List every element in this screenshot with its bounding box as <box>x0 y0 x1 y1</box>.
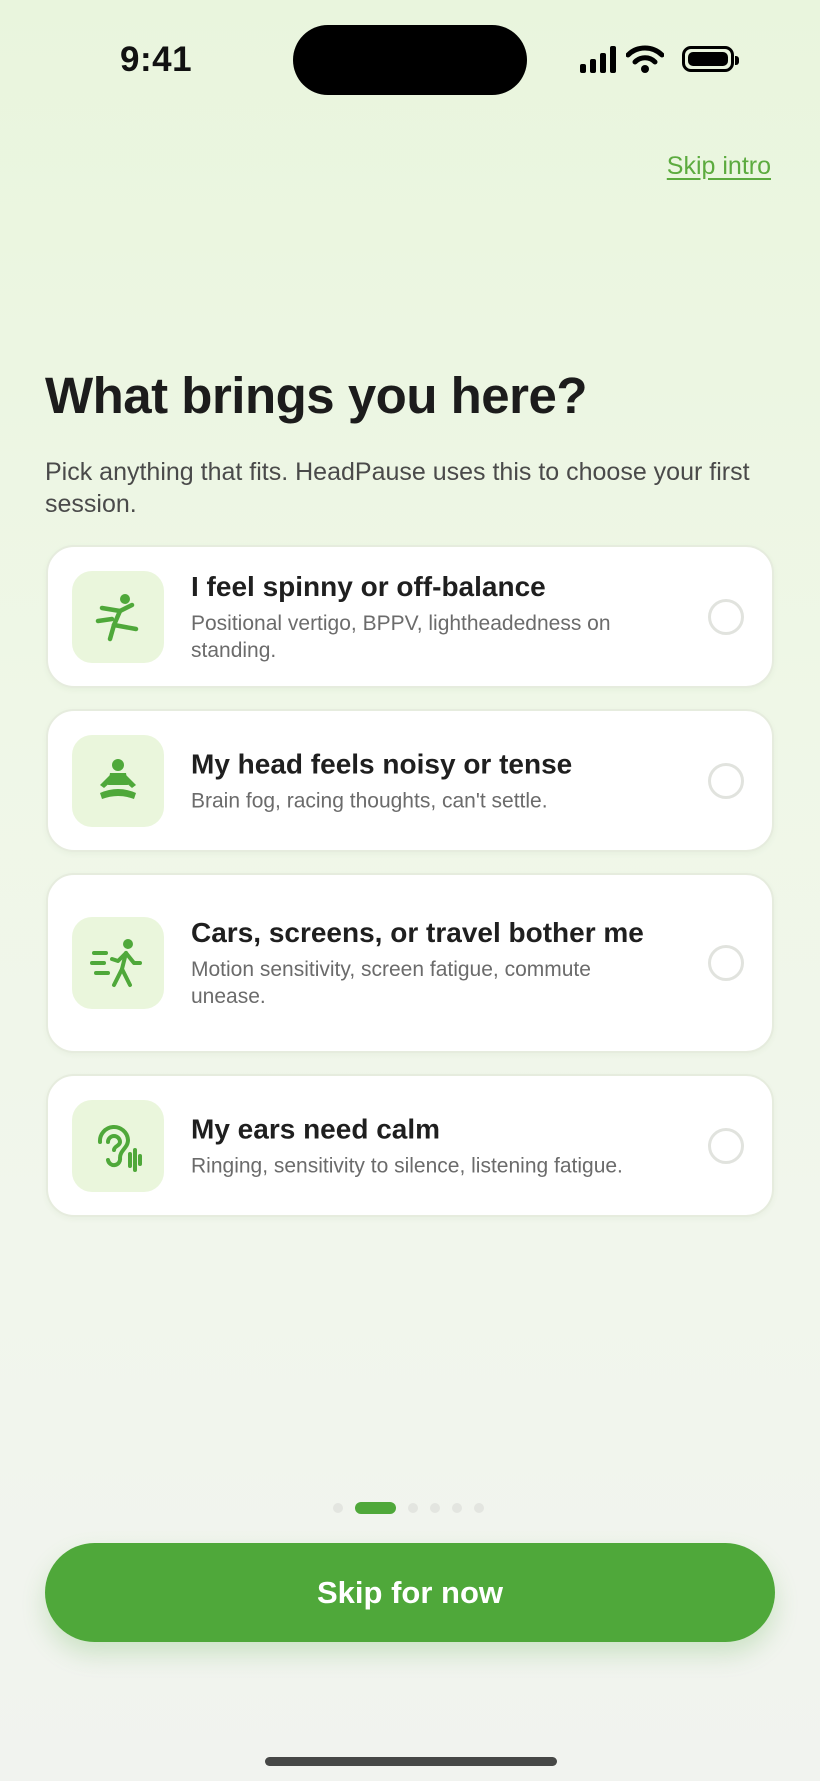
meditation-figure-icon <box>72 734 164 827</box>
option-card-noisy-head[interactable]: My head feels noisy or tense Brain fog, … <box>46 709 774 852</box>
option-description: Ringing, sensitivity to silence, listeni… <box>191 1154 623 1177</box>
skip-intro-link[interactable]: Skip intro <box>667 152 771 181</box>
page-dot-active <box>355 1502 396 1514</box>
page-indicator <box>333 1502 484 1514</box>
ear-sound-icon <box>72 1099 164 1192</box>
battery-icon <box>682 46 739 72</box>
page-dot <box>452 1503 462 1513</box>
option-title: Cars, screens, or travel bother me <box>191 917 644 948</box>
page-dot <box>474 1503 484 1513</box>
home-indicator[interactable] <box>265 1757 557 1766</box>
option-description: Positional vertigo, BPPV, lightheadednes… <box>191 611 611 662</box>
options-list: I feel spinny or off-balance Positional … <box>46 545 774 1238</box>
page-dot <box>408 1503 418 1513</box>
option-card-motion-sensitivity[interactable]: Cars, screens, or travel bother me Motio… <box>46 873 774 1053</box>
option-radio[interactable] <box>708 945 744 981</box>
option-radio[interactable] <box>708 1127 744 1164</box>
status-time: 9:41 <box>120 40 193 79</box>
option-card-ears-calm[interactable]: My ears need calm Ringing, sensitivity t… <box>46 1074 774 1217</box>
status-icons <box>580 45 739 73</box>
page-dot <box>430 1503 440 1513</box>
option-description: Brain fog, racing thoughts, can't settle… <box>191 789 548 812</box>
option-title: My head feels noisy or tense <box>191 748 573 779</box>
page-dot <box>333 1503 343 1513</box>
page-title: What brings you here? <box>45 367 588 424</box>
option-card-off-balance[interactable]: I feel spinny or off-balance Positional … <box>46 545 774 688</box>
option-radio[interactable] <box>708 598 744 635</box>
cellular-signal-icon <box>580 45 616 73</box>
walking-figure-motion-icon <box>72 917 164 1009</box>
wifi-icon <box>626 45 664 73</box>
dynamic-island <box>293 25 527 95</box>
skip-for-now-button[interactable]: Skip for now <box>45 1543 775 1642</box>
page-subtitle: Pick anything that fits. HeadPause uses … <box>45 458 750 518</box>
option-radio[interactable] <box>708 762 744 799</box>
option-description: Motion sensitivity, screen fatigue, comm… <box>191 958 591 1008</box>
option-title: My ears need calm <box>191 1113 441 1144</box>
option-title: I feel spinny or off-balance <box>191 570 546 602</box>
status-bar: 9:41 <box>0 0 820 120</box>
off-balance-figure-icon <box>72 570 164 663</box>
